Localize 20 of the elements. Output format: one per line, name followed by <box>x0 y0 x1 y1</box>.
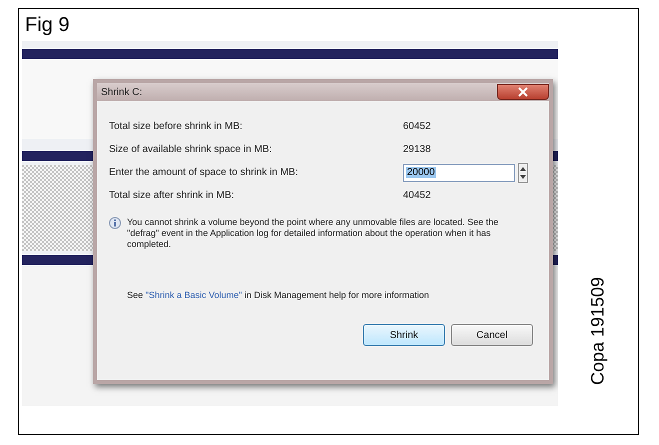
field-label: Total size before shrink in MB: <box>109 121 244 132</box>
field-value: 60452 <box>403 121 431 132</box>
close-button[interactable] <box>497 84 549 100</box>
spinner-icon[interactable] <box>518 162 528 182</box>
figure-credit: Copa 191509 <box>588 276 608 386</box>
info-icon <box>109 217 121 229</box>
help-text: See "Shrink a Basic Volume" in Disk Management help for more information <box>126 290 430 300</box>
dialog-button[interactable]: Shrink <box>363 324 445 346</box>
field-label: Size of available shrink space in MB: <box>109 144 273 155</box>
field-value: 29138 <box>403 144 431 155</box>
field-label: Enter the amount of space to shrink in MB: <box>109 167 299 178</box>
input-field[interactable]: 20000 <box>403 164 515 182</box>
note-text: You cannot shrink a volume beyond the point where any unmovable files are located. See the "defrag" event in the Application log for detailed information about the operation when it has completed. <box>127 217 500 250</box>
dialog-title: Shrink C: <box>100 86 142 98</box>
field-value: 40452 <box>403 190 431 201</box>
figure-label: Fig 9 <box>24 13 70 38</box>
close-icon <box>518 87 528 97</box>
dialog-button[interactable]: Cancel <box>451 324 533 346</box>
field-label: Total size after shrink in MB: <box>109 190 236 201</box>
help-link[interactable]: "Shrink a Basic Volume" <box>146 290 242 300</box>
